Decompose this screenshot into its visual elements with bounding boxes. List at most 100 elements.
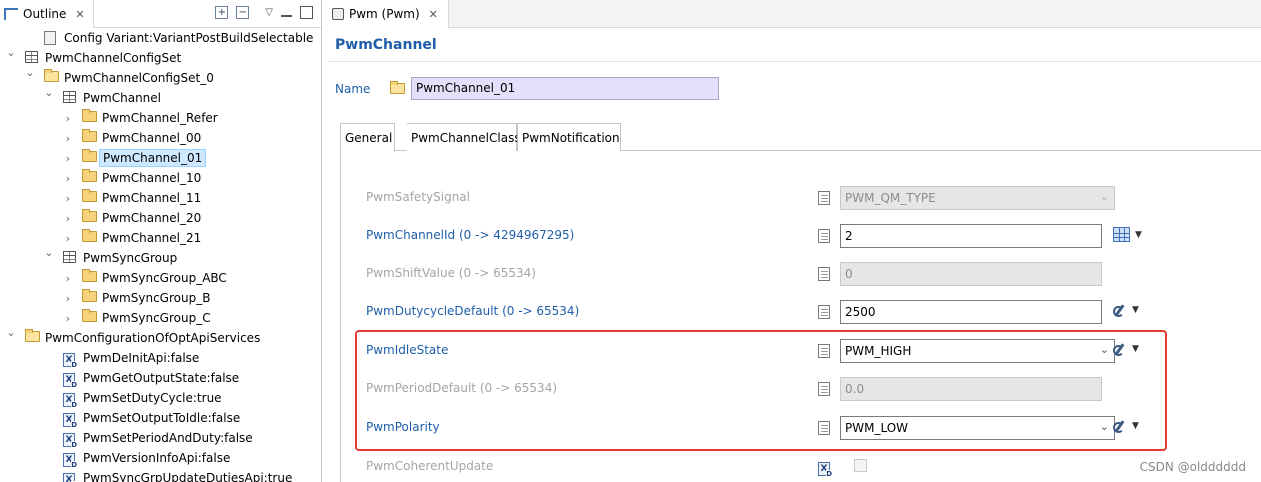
wand-icon[interactable]: ▼ bbox=[1113, 342, 1139, 356]
minimize-icon[interactable] bbox=[281, 14, 292, 17]
editor-tab-pwm[interactable]: Pwm (Pwm) ✕ bbox=[328, 0, 449, 28]
param-label[interactable]: PwmCoherentUpdate bbox=[366, 459, 493, 473]
tree-item[interactable]: X PwmVersionInfoApi:false bbox=[0, 448, 321, 469]
tree-item-label: PwmDeInitApi:false bbox=[83, 351, 200, 365]
tree-item[interactable]: ⌄ PwmSyncGroup bbox=[0, 246, 321, 268]
folder-icon bbox=[82, 229, 98, 245]
chevron-right-icon[interactable]: › bbox=[62, 272, 74, 285]
tree-item[interactable]: X PwmSetPeriodAndDuty:false bbox=[0, 428, 321, 449]
param-label[interactable]: PwmChannelId (0 -> 4294967295) bbox=[366, 228, 574, 242]
folder-icon bbox=[390, 81, 405, 94]
chevron-right-icon[interactable]: › bbox=[62, 312, 74, 325]
editor-header: PwmChannel bbox=[328, 28, 1261, 62]
tree-item[interactable]: X PwmSetOutputToIdle:false bbox=[0, 408, 321, 429]
dropdown-arrow-icon[interactable]: ▼ bbox=[1132, 344, 1139, 354]
tree-item[interactable]: › PwmChannel_21 bbox=[0, 228, 321, 248]
general-tab-body: PwmSafetySignal PWM_QM_TYPE ⌄ PwmChannelId … bbox=[340, 151, 1261, 482]
chevron-right-icon[interactable]: › bbox=[62, 172, 74, 185]
tree-item[interactable]: X PwmDeInitApi:false bbox=[0, 348, 321, 369]
chevron-right-icon[interactable]: › bbox=[62, 192, 74, 205]
param-label[interactable]: PwmSafetySignal bbox=[366, 190, 470, 204]
tree-item[interactable]: ⌄ PwmChannel bbox=[0, 86, 321, 108]
wand-icon[interactable]: ▼ bbox=[1113, 419, 1139, 433]
close-icon[interactable]: ✕ bbox=[429, 8, 438, 21]
chevron-down-icon[interactable]: ⌄ bbox=[43, 246, 55, 259]
tree-item[interactable]: ⌄ PwmChannelConfigSet bbox=[0, 46, 321, 68]
expand-all-icon[interactable]: + bbox=[215, 6, 229, 19]
chevron-right-icon[interactable]: › bbox=[62, 112, 74, 125]
chevron-down-icon[interactable]: ⌄ bbox=[5, 46, 17, 59]
tree-item[interactable]: › PwmChannel_Refer bbox=[0, 108, 321, 128]
chevron-down-icon[interactable]: ⌄ bbox=[43, 86, 55, 99]
param-label[interactable]: PwmIdleState bbox=[366, 343, 448, 357]
tree-item-label: PwmVersionInfoApi:false bbox=[83, 451, 231, 465]
table-icon bbox=[25, 51, 41, 65]
param-label[interactable]: PwmPolarity bbox=[366, 420, 440, 434]
tree-item-label: PwmSetDutyCycle:true bbox=[83, 391, 222, 405]
chevron-right-icon[interactable]: › bbox=[62, 152, 74, 165]
chevron-right-icon[interactable]: › bbox=[62, 132, 74, 145]
app-window: Outline ✕ + − ▽ Config Variant:VariantPo… bbox=[0, 0, 1261, 482]
tree-item[interactable]: › PwmChannel_10 bbox=[0, 168, 321, 188]
tab-pwmnotification[interactable]: PwmNotification bbox=[517, 123, 621, 151]
param-select[interactable]: PWM_LOW ⌄ bbox=[840, 416, 1115, 440]
chevron-down-icon[interactable]: ⌄ bbox=[5, 326, 17, 339]
folder-icon bbox=[82, 209, 98, 225]
tree-item[interactable]: › PwmSyncGroup_C bbox=[0, 308, 321, 328]
tab-pwmchannelclass[interactable]: PwmChannelClass bbox=[407, 123, 521, 151]
param-input[interactable]: 2 bbox=[840, 224, 1102, 248]
chevron-down-icon[interactable]: ⌄ bbox=[1100, 343, 1109, 356]
tree-item[interactable]: ⌄ PwmChannelConfigSet_0 bbox=[0, 66, 321, 88]
wand-icon[interactable]: ▼ bbox=[1113, 303, 1139, 317]
param-label[interactable]: PwmDutycycleDefault (0 -> 65534) bbox=[366, 304, 579, 318]
tree-item-label: PwmSyncGroup_ABC bbox=[102, 271, 227, 285]
chevron-right-icon[interactable]: › bbox=[62, 292, 74, 305]
boolean-param-icon: X bbox=[818, 460, 832, 478]
tree-item[interactable]: ⌄ PwmConfigurationOfOptApiServices bbox=[0, 326, 321, 348]
close-icon[interactable]: ✕ bbox=[75, 8, 84, 21]
param-select[interactable]: PWM_HIGH ⌄ bbox=[840, 339, 1115, 363]
param-checkbox[interactable] bbox=[854, 459, 867, 472]
collapse-all-icon[interactable]: − bbox=[236, 6, 250, 19]
outline-tabbar: Outline ✕ + − ▽ bbox=[0, 0, 321, 28]
chevron-down-icon[interactable]: ⌄ bbox=[24, 66, 36, 79]
param-input[interactable]: 0.0 bbox=[840, 377, 1102, 401]
tree-item[interactable]: › PwmSyncGroup_B bbox=[0, 288, 321, 308]
param-label[interactable]: PwmPeriodDefault (0 -> 65534) bbox=[366, 381, 557, 395]
param-value: PWM_HIGH bbox=[845, 344, 912, 358]
param-input[interactable]: 0 bbox=[840, 262, 1102, 286]
chevron-down-icon[interactable]: ⌄ bbox=[1100, 420, 1109, 433]
tree-item[interactable]: › PwmChannel_00 bbox=[0, 128, 321, 148]
chevron-down-icon[interactable]: ⌄ bbox=[1100, 190, 1109, 203]
name-field[interactable]: PwmChannel_01 bbox=[411, 77, 719, 100]
calculator-icon[interactable]: ▼ bbox=[1113, 227, 1142, 242]
maximize-icon[interactable] bbox=[300, 6, 313, 19]
outline-tab-label: Outline bbox=[23, 7, 67, 21]
param-label[interactable]: PwmShiftValue (0 -> 65534) bbox=[366, 266, 536, 280]
tree-item[interactable]: › PwmSyncGroup_ABC bbox=[0, 268, 321, 288]
param-input[interactable]: 2500 bbox=[840, 300, 1102, 324]
tree-item-label: PwmChannel_20 bbox=[102, 211, 202, 225]
chevron-right-icon[interactable]: › bbox=[62, 232, 74, 245]
outline-tab[interactable]: Outline ✕ bbox=[0, 0, 94, 28]
chevron-right-icon[interactable]: › bbox=[62, 212, 74, 225]
tree-item[interactable]: › PwmChannel_11 bbox=[0, 188, 321, 208]
view-menu-icon[interactable]: ▽ bbox=[265, 7, 273, 18]
param-value: 2500 bbox=[845, 305, 876, 319]
tree-item[interactable]: › PwmChannel_20 bbox=[0, 208, 321, 228]
tree-item-label: PwmChannel_21 bbox=[102, 231, 202, 245]
tree-item[interactable]: Config Variant:VariantPostBuildSelectabl… bbox=[0, 28, 321, 48]
dropdown-arrow-icon[interactable]: ▼ bbox=[1135, 230, 1142, 240]
param-select[interactable]: PWM_QM_TYPE ⌄ bbox=[840, 186, 1115, 210]
tab-general[interactable]: General bbox=[340, 123, 395, 152]
tree-item[interactable]: › PwmChannel_01 bbox=[0, 148, 321, 168]
tree-item[interactable]: X PwmSyncGrpUpdateDutiesApi:true bbox=[0, 468, 321, 482]
tree-item[interactable]: X PwmGetOutputState:false bbox=[0, 368, 321, 389]
dropdown-arrow-icon[interactable]: ▼ bbox=[1132, 421, 1139, 431]
dropdown-arrow-icon[interactable]: ▼ bbox=[1132, 305, 1139, 315]
editor-tab-label: Pwm (Pwm) bbox=[349, 7, 420, 21]
tree-item-label: PwmChannelConfigSet bbox=[45, 51, 182, 65]
folder-icon bbox=[82, 269, 98, 285]
param-row: PwmShiftValue (0 -> 65534) 0 bbox=[341, 262, 1261, 286]
tree-item[interactable]: X PwmSetDutyCycle:true bbox=[0, 388, 321, 409]
